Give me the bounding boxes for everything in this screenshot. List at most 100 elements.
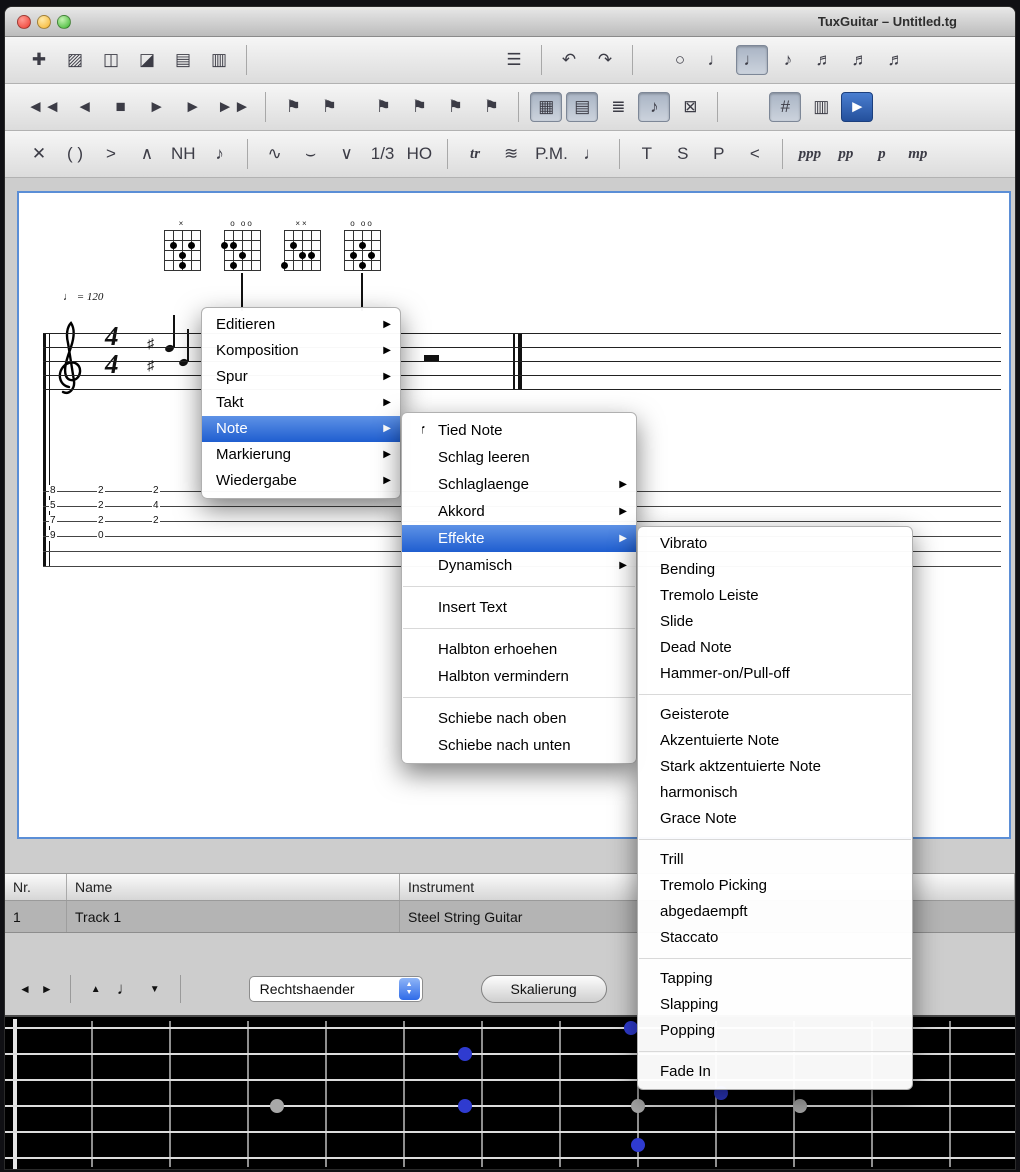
marker-next-button[interactable]: ⚑ bbox=[439, 92, 471, 122]
chord-diagram[interactable]: ×× bbox=[282, 219, 322, 271]
staccato-button[interactable]: ♩ bbox=[576, 139, 608, 169]
zoom-button[interactable] bbox=[57, 15, 71, 29]
menu-item-geisterote[interactable]: Geisterote bbox=[638, 702, 912, 728]
menu-item-insert-text[interactable]: Insert Text bbox=[402, 594, 636, 621]
save-button[interactable]: ◫ bbox=[95, 45, 127, 75]
duration-sixteenth-button[interactable]: ♬ bbox=[808, 45, 840, 75]
menu-item-bending[interactable]: Bending bbox=[638, 557, 912, 583]
menu-item-spur[interactable]: Spur▶ bbox=[202, 364, 400, 390]
menu-item-slapping[interactable]: Slapping bbox=[638, 992, 912, 1018]
duration-thirtysecond-button[interactable]: ♬ bbox=[844, 45, 876, 75]
fretboard-toggle-button[interactable]: # bbox=[769, 92, 801, 122]
menu-item-tremolo-picking[interactable]: Tremolo Picking bbox=[638, 873, 912, 899]
dynamic-pp-button[interactable]: pp bbox=[830, 139, 862, 169]
trill-button[interactable]: tr bbox=[459, 139, 491, 169]
caret-right-button[interactable]: ► bbox=[41, 982, 53, 996]
note-dot[interactable] bbox=[624, 1021, 638, 1035]
fade-in-button[interactable]: < bbox=[739, 139, 771, 169]
note-dot[interactable] bbox=[631, 1138, 645, 1152]
add-marker-button[interactable]: ⚑ bbox=[277, 92, 309, 122]
menu-item-schlag-leeren[interactable]: Schlag leeren bbox=[402, 444, 636, 471]
menu-item-dynamisch[interactable]: Dynamisch▶ bbox=[402, 552, 636, 579]
duration-eighth-button[interactable]: ♪ bbox=[772, 45, 804, 75]
caret-left-button[interactable]: ◄ bbox=[19, 982, 31, 996]
page-layout-button[interactable]: ▦ bbox=[530, 92, 562, 122]
open-file-button[interactable]: ▨ bbox=[59, 45, 91, 75]
menu-item-effekte[interactable]: Effekte▶ bbox=[402, 525, 636, 552]
menu-item-takt[interactable]: Takt▶ bbox=[202, 390, 400, 416]
triplet-button[interactable]: 1/3 bbox=[367, 139, 399, 169]
natural-harmonic-button[interactable]: NH bbox=[167, 139, 200, 169]
grace-note-button[interactable]: ♪ bbox=[204, 139, 236, 169]
player-button[interactable]: ► bbox=[841, 92, 873, 122]
undo-button[interactable]: ↶ bbox=[553, 45, 585, 75]
duration-down-button[interactable]: ▼ bbox=[150, 984, 160, 995]
menu-item-tapping[interactable]: Tapping bbox=[638, 966, 912, 992]
play-button[interactable]: ► bbox=[141, 92, 173, 122]
go-last-button[interactable]: ►► bbox=[213, 92, 255, 122]
menu-item-hammer-on-pull-off[interactable]: Hammer-on/Pull-off bbox=[638, 661, 912, 687]
slapping-button[interactable]: S bbox=[667, 139, 699, 169]
tapping-button[interactable]: T bbox=[631, 139, 663, 169]
menu-item-komposition[interactable]: Komposition▶ bbox=[202, 338, 400, 364]
menu-item-harmonisch[interactable]: harmonisch bbox=[638, 780, 912, 806]
duration-whole-button[interactable]: ○ bbox=[664, 45, 696, 75]
heavy-accent-button[interactable]: ∧ bbox=[131, 139, 163, 169]
duration-up-button[interactable]: ▲ bbox=[91, 984, 101, 995]
close-button[interactable] bbox=[17, 15, 31, 29]
linear-layout-button[interactable]: ▤ bbox=[566, 92, 598, 122]
dynamic-mp-button[interactable]: mp bbox=[902, 139, 934, 169]
dynamic-ppp-button[interactable]: ppp bbox=[794, 139, 826, 169]
menu-item-halbton-vermindern[interactable]: Halbton vermindern bbox=[402, 663, 636, 690]
print-button[interactable]: ▤ bbox=[167, 45, 199, 75]
chord-diagram[interactable]: o oo bbox=[342, 219, 382, 271]
menu-item-dead-note[interactable]: Dead Note bbox=[638, 635, 912, 661]
menu-item-schiebe-nach-unten[interactable]: Schiebe nach unten bbox=[402, 732, 636, 759]
menu-item-halbton-erhoehen[interactable]: Halbton erhoehen bbox=[402, 636, 636, 663]
song-properties-button[interactable]: ☰ bbox=[498, 45, 530, 75]
menu-item-stark-aktzentuierte-note[interactable]: Stark aktzentuierte Note bbox=[638, 754, 912, 780]
dynamic-p-button[interactable]: p bbox=[866, 139, 898, 169]
go-first-button[interactable]: ◄◄ bbox=[23, 92, 65, 122]
go-next-button[interactable]: ► bbox=[177, 92, 209, 122]
menu-item-fade-in[interactable]: Fade In bbox=[638, 1059, 912, 1085]
compact-view-button[interactable]: ⊠ bbox=[674, 92, 706, 122]
menu-item-tied-note[interactable]: ♩Tied Note bbox=[402, 417, 636, 444]
guitar-string[interactable] bbox=[5, 1105, 1015, 1107]
note-dot[interactable] bbox=[458, 1047, 472, 1061]
redo-button[interactable]: ↷ bbox=[589, 45, 621, 75]
bend-button[interactable]: ⌣ bbox=[295, 139, 327, 169]
save-as-button[interactable]: ◪ bbox=[131, 45, 163, 75]
marker-previous-button[interactable]: ⚑ bbox=[403, 92, 435, 122]
title-bar[interactable]: TuxGuitar – Untitled.tg bbox=[5, 7, 1015, 37]
guitar-string[interactable] bbox=[5, 1131, 1015, 1133]
chord-diagram[interactable]: × bbox=[162, 219, 202, 271]
duration-sixtyfourth-button[interactable]: ♬ bbox=[880, 45, 912, 75]
note-dot[interactable] bbox=[458, 1099, 472, 1113]
remove-marker-button[interactable]: ⚑ bbox=[313, 92, 345, 122]
duration-half-button[interactable]: ♩ bbox=[700, 45, 732, 75]
ghost-note-button[interactable]: ( ) bbox=[59, 139, 91, 169]
tremolo-bar-button[interactable]: ∨ bbox=[331, 139, 363, 169]
popping-button[interactable]: P bbox=[703, 139, 735, 169]
menu-item-slide[interactable]: Slide bbox=[638, 609, 912, 635]
piano-toggle-button[interactable]: ▥ bbox=[805, 92, 837, 122]
handedness-combo[interactable]: Rechtshaender ▲▼ bbox=[249, 976, 423, 1002]
menu-item-akzentuierte-note[interactable]: Akzentuierte Note bbox=[638, 728, 912, 754]
marker-first-button[interactable]: ⚑ bbox=[367, 92, 399, 122]
menu-item-popping[interactable]: Popping bbox=[638, 1018, 912, 1044]
menu-item-schiebe-nach-oben[interactable]: Schiebe nach oben bbox=[402, 705, 636, 732]
menu-item-schlaglaenge[interactable]: Schlaglaenge▶ bbox=[402, 471, 636, 498]
accent-button[interactable]: > bbox=[95, 139, 127, 169]
combo-stepper-icon[interactable]: ▲▼ bbox=[399, 978, 420, 1000]
dead-note-button[interactable]: ✕ bbox=[23, 139, 55, 169]
menu-item-wiedergabe[interactable]: Wiedergabe▶ bbox=[202, 468, 400, 494]
menu-item-note[interactable]: Note▶ bbox=[202, 416, 400, 442]
menu-item-staccato[interactable]: Staccato bbox=[638, 925, 912, 951]
menu-item-markierung[interactable]: Markierung▶ bbox=[202, 442, 400, 468]
menu-item-akkord[interactable]: Akkord▶ bbox=[402, 498, 636, 525]
vibrato-button[interactable]: ∿ bbox=[259, 139, 291, 169]
menu-item-tremolo-leiste[interactable]: Tremolo Leiste bbox=[638, 583, 912, 609]
multitrack-button[interactable]: ≣ bbox=[602, 92, 634, 122]
new-file-button[interactable]: ✚ bbox=[23, 45, 55, 75]
